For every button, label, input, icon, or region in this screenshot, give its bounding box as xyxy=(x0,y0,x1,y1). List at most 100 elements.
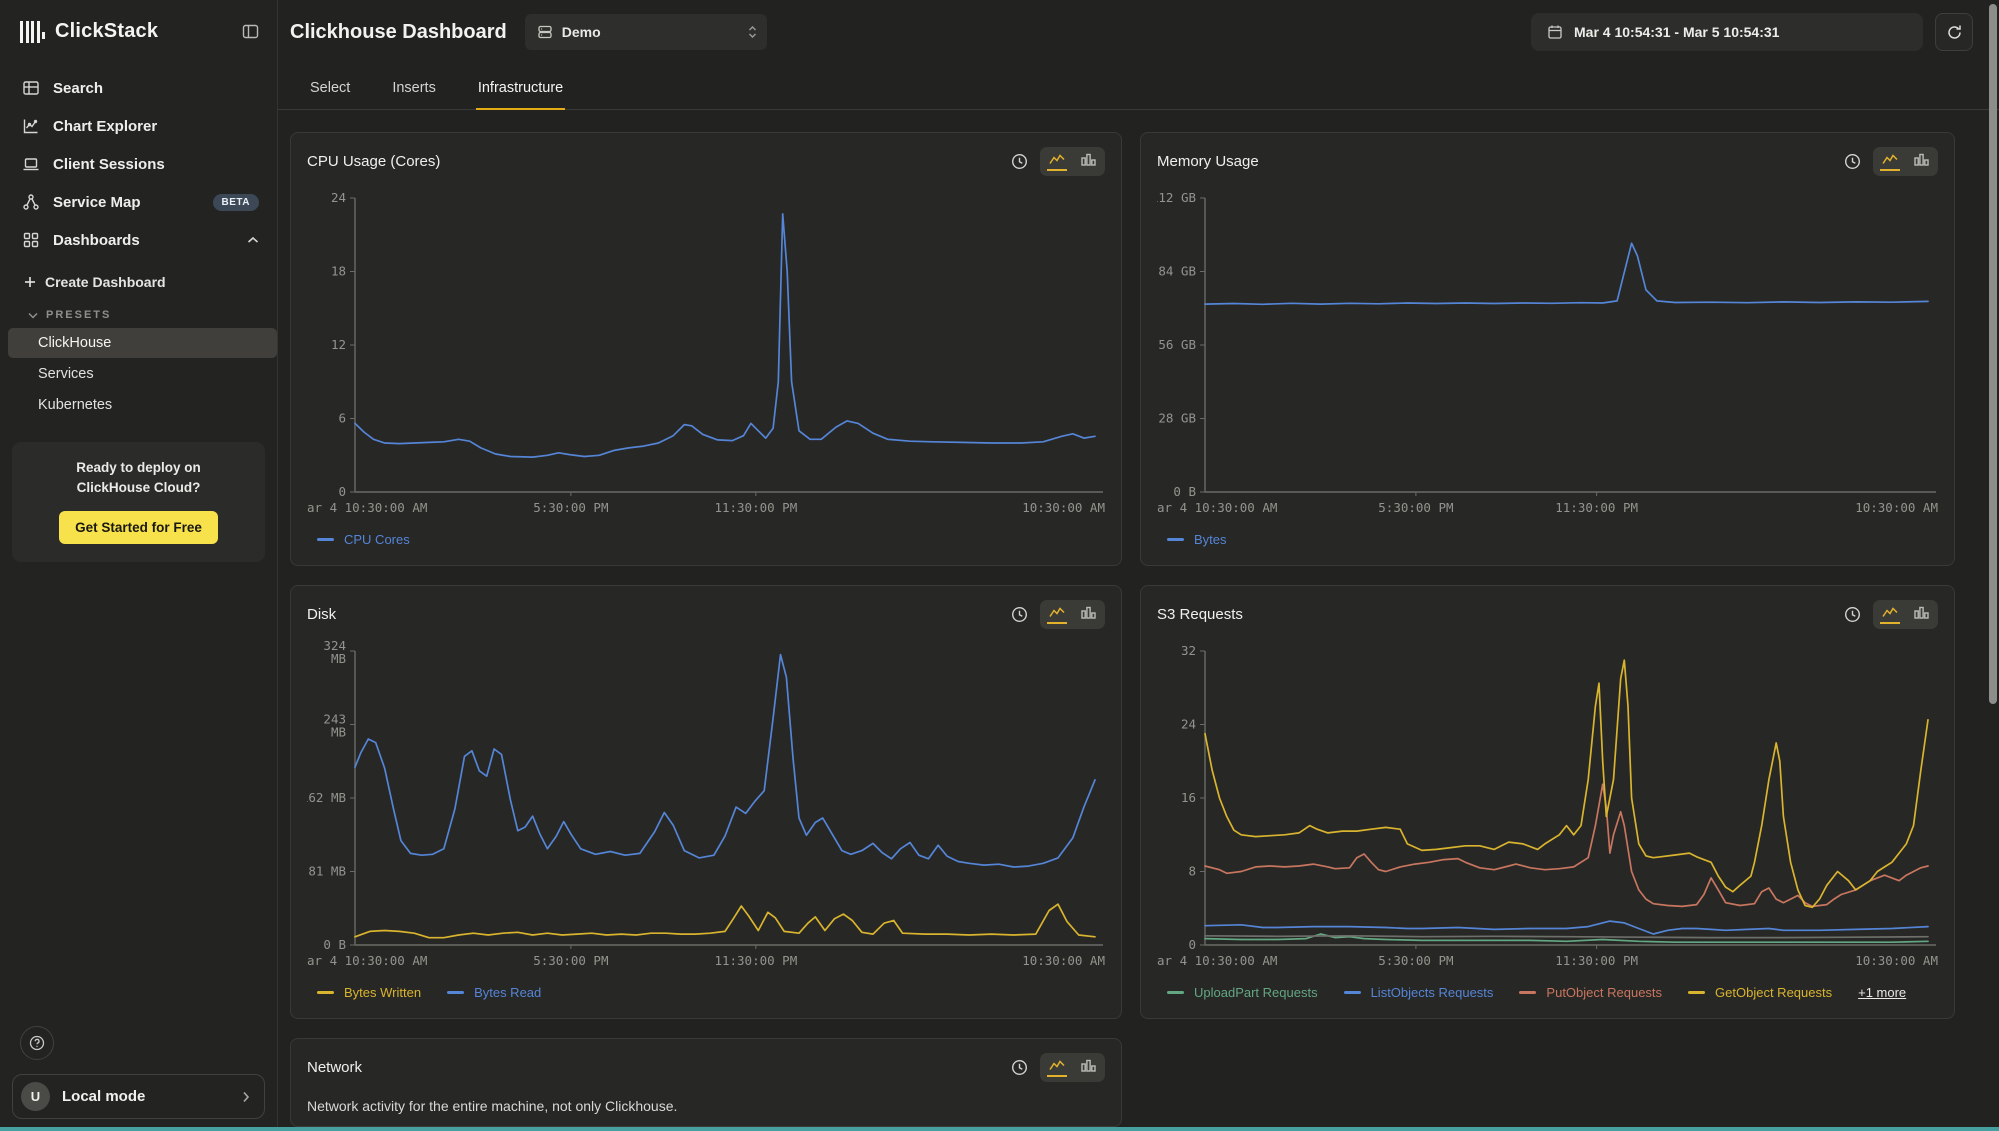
legend-dash-icon xyxy=(1519,991,1536,994)
chart-legend: Bytes xyxy=(1157,522,1938,553)
legend-item[interactable]: Bytes Read xyxy=(447,985,541,1000)
presets-label: PRESETS xyxy=(46,309,111,321)
preset-item-kubernetes[interactable]: Kubernetes xyxy=(8,390,277,420)
chart-legend: UploadPart Requests ListObjects Requests P… xyxy=(1157,975,1938,1006)
area-chart-icon xyxy=(1049,153,1065,166)
memory-usage-chart[interactable]: 112 GB84 GB56 GB28 GB0 Bar 4 10:30:00 AM… xyxy=(1157,184,1938,522)
legend-item[interactable]: CPU Cores xyxy=(317,532,410,547)
calendar-icon xyxy=(1547,24,1563,40)
legend-label: Bytes Written xyxy=(344,985,421,1000)
line-chart-toggle-button[interactable] xyxy=(1880,605,1900,624)
chart-type-toggle xyxy=(1040,600,1105,629)
card-title: Network xyxy=(307,1059,362,1076)
chart-type-toggle xyxy=(1873,147,1938,176)
chart-type-toggle xyxy=(1873,600,1938,629)
time-settings-button[interactable] xyxy=(1007,1055,1032,1080)
refresh-icon xyxy=(1946,24,1963,41)
bar-chart-toggle-button[interactable] xyxy=(1079,605,1098,624)
sidebar-footer: U Local mode xyxy=(0,1026,277,1131)
bar-chart-toggle-button[interactable] xyxy=(1912,605,1931,624)
svg-text:12: 12 xyxy=(331,337,346,352)
presets-section-toggle[interactable]: PRESETS xyxy=(0,299,277,327)
bar-chart-toggle-button[interactable] xyxy=(1079,1058,1098,1077)
sidebar-item-dashboards[interactable]: Dashboards xyxy=(0,221,277,259)
chart-explorer-icon xyxy=(22,117,40,135)
svg-text:24: 24 xyxy=(1181,717,1196,732)
preset-item-clickhouse[interactable]: ClickHouse xyxy=(8,328,277,358)
help-button[interactable] xyxy=(20,1026,54,1060)
sidebar-item-client-sessions[interactable]: Client Sessions xyxy=(0,145,277,183)
user-avatar: U xyxy=(21,1082,50,1111)
svg-text:6: 6 xyxy=(338,411,346,426)
svg-text:0 B: 0 B xyxy=(323,937,346,952)
legend-dash-icon xyxy=(1344,991,1361,994)
legend-more-link[interactable]: +1 more xyxy=(1858,985,1906,1000)
time-settings-button[interactable] xyxy=(1007,602,1032,627)
cpu-usage-chart[interactable]: 24181260ar 4 10:30:00 AM5:30:00 PM11:30:… xyxy=(307,184,1105,522)
time-settings-button[interactable] xyxy=(1840,149,1865,174)
chart-legend: Bytes Written Bytes Read xyxy=(307,975,1105,1006)
svg-text:10:30:00 AM: 10:30:00 AM xyxy=(1855,500,1938,515)
create-dashboard-button[interactable]: Create Dashboard xyxy=(0,265,277,299)
sidebar-item-service-map[interactable]: Service Map BETA xyxy=(0,183,277,221)
sidebar-item-label: Client Sessions xyxy=(53,156,165,173)
sidebar-item-label: Dashboards xyxy=(53,232,140,249)
laptop-icon xyxy=(22,155,40,173)
time-settings-button[interactable] xyxy=(1007,149,1032,174)
tab-infrastructure[interactable]: Infrastructure xyxy=(476,70,565,110)
s3-requests-chart[interactable]: 32241680ar 4 10:30:00 AM5:30:00 PM11:30:… xyxy=(1157,637,1938,975)
select-chevrons-icon xyxy=(748,25,757,39)
legend-item[interactable]: ListObjects Requests xyxy=(1344,985,1494,1000)
chart-card-network: Network xyxy=(290,1038,1122,1127)
tab-inserts[interactable]: Inserts xyxy=(390,70,438,110)
sidebar-item-search[interactable]: Search xyxy=(0,69,277,107)
svg-text:112 GB: 112 GB xyxy=(1157,190,1196,205)
scrollbar-thumb[interactable] xyxy=(1989,4,1997,704)
chevron-right-icon xyxy=(242,1091,250,1103)
date-range-picker[interactable]: Mar 4 10:54:31 - Mar 5 10:54:31 xyxy=(1531,13,1923,51)
bar-chart-toggle-button[interactable] xyxy=(1912,152,1931,171)
svg-text:5:30:00 PM: 5:30:00 PM xyxy=(1378,500,1453,515)
source-select[interactable]: Demo xyxy=(525,14,767,50)
svg-text:ar 4 10:30:00 AM: ar 4 10:30:00 AM xyxy=(307,500,427,515)
legend-item[interactable]: GetObject Requests xyxy=(1688,985,1832,1000)
time-settings-button[interactable] xyxy=(1840,602,1865,627)
line-chart-toggle-button[interactable] xyxy=(1047,1058,1067,1077)
dashboard-grid: CPU Usage (Cores) xyxy=(278,110,1999,1131)
refresh-button[interactable] xyxy=(1935,13,1973,51)
line-chart-toggle-button[interactable] xyxy=(1047,605,1067,624)
legend-item[interactable]: Bytes Written xyxy=(317,985,421,1000)
cloud-promo-card: Ready to deploy on ClickHouse Cloud? Get… xyxy=(12,442,265,562)
legend-dash-icon xyxy=(317,991,334,994)
bar-chart-toggle-button[interactable] xyxy=(1079,152,1098,171)
legend-label: GetObject Requests xyxy=(1715,985,1832,1000)
line-chart-toggle-button[interactable] xyxy=(1047,152,1067,171)
legend-item[interactable]: UploadPart Requests xyxy=(1167,985,1318,1000)
legend-dash-icon xyxy=(1688,991,1705,994)
clock-icon xyxy=(1011,606,1028,623)
area-chart-icon xyxy=(1049,1059,1065,1072)
bar-chart-icon xyxy=(1081,1059,1096,1072)
chart-type-toggle xyxy=(1040,1053,1105,1082)
local-mode-menu[interactable]: U Local mode xyxy=(12,1074,265,1119)
bar-chart-icon xyxy=(1914,606,1929,619)
legend-item[interactable]: Bytes xyxy=(1167,532,1227,547)
disk-chart[interactable]: 324MB243MB162 MB81 MB0 Bar 4 10:30:00 AM… xyxy=(307,637,1105,975)
preset-item-services[interactable]: Services xyxy=(8,359,277,389)
legend-item[interactable]: PutObject Requests xyxy=(1519,985,1662,1000)
line-chart-toggle-button[interactable] xyxy=(1880,152,1900,171)
svg-text:24: 24 xyxy=(331,190,346,205)
chart-card-memory-usage: Memory Usage xyxy=(1140,132,1955,566)
svg-text:162 MB: 162 MB xyxy=(307,790,346,805)
date-range-value: Mar 4 10:54:31 - Mar 5 10:54:31 xyxy=(1574,24,1779,40)
clock-icon xyxy=(1011,153,1028,170)
tab-select[interactable]: Select xyxy=(308,70,352,110)
svg-text:10:30:00 AM: 10:30:00 AM xyxy=(1022,500,1105,515)
get-started-button[interactable]: Get Started for Free xyxy=(59,511,218,544)
collapse-sidebar-button[interactable] xyxy=(242,23,259,40)
svg-text:18: 18 xyxy=(331,264,346,279)
sidebar-item-label: Chart Explorer xyxy=(53,118,157,135)
dashboards-subnav: Create Dashboard PRESETS ClickHouse Serv… xyxy=(0,265,277,420)
sidebar-item-chart-explorer[interactable]: Chart Explorer xyxy=(0,107,277,145)
search-table-icon xyxy=(22,79,40,97)
